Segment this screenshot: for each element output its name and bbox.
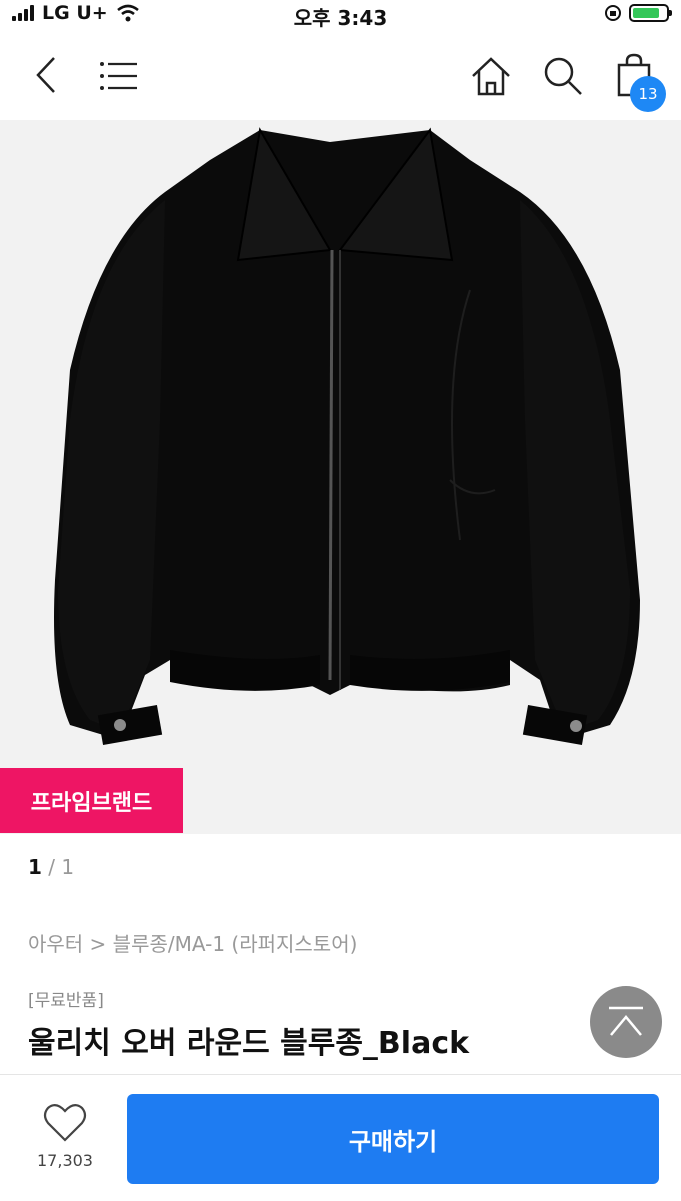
scroll-top-icon [609,1006,643,1036]
breadcrumb[interactable]: 아우터 > 블루종/MA-1 (라퍼지스토어) [28,928,357,957]
like-button[interactable]: 17,303 [30,1103,100,1170]
status-time: 오후 3:43 [293,6,388,30]
buy-button[interactable]: 구매하기 [127,1094,659,1184]
scroll-to-top-button[interactable] [590,986,662,1058]
back-button[interactable] [26,52,66,98]
pager-total: 1 [61,855,75,879]
search-icon [544,57,582,95]
back-icon [36,57,55,93]
status-bar: LG U+ 오후 3:43 [0,0,681,30]
prime-brand-badge: 프라임브랜드 [0,768,183,833]
heart-icon [43,1104,87,1142]
product-image[interactable] [0,120,681,834]
product-title: 울리치 오버 라운드 블루종_Black [28,1026,470,1061]
free-return-tag: [무료반품] [28,991,104,1011]
orientation-lock-icon [605,5,621,21]
cart-count-badge: 13 [630,76,666,112]
image-pager: 1 / 1 [28,855,74,879]
like-count: 17,303 [37,1151,93,1170]
pager-current: 1 [28,855,42,879]
menu-icon [100,62,137,90]
pager-separator: / [48,855,56,879]
home-button[interactable] [468,54,514,98]
menu-button[interactable] [98,56,140,96]
battery-icon [629,4,672,22]
search-button[interactable] [540,54,586,98]
jacket-image [54,127,640,745]
home-icon [472,57,510,96]
status-right [603,3,672,23]
top-navigation: 13 [0,40,681,112]
cart-button[interactable]: 13 [614,52,666,112]
bottom-action-bar: 17,303 구매하기 [0,1074,681,1201]
